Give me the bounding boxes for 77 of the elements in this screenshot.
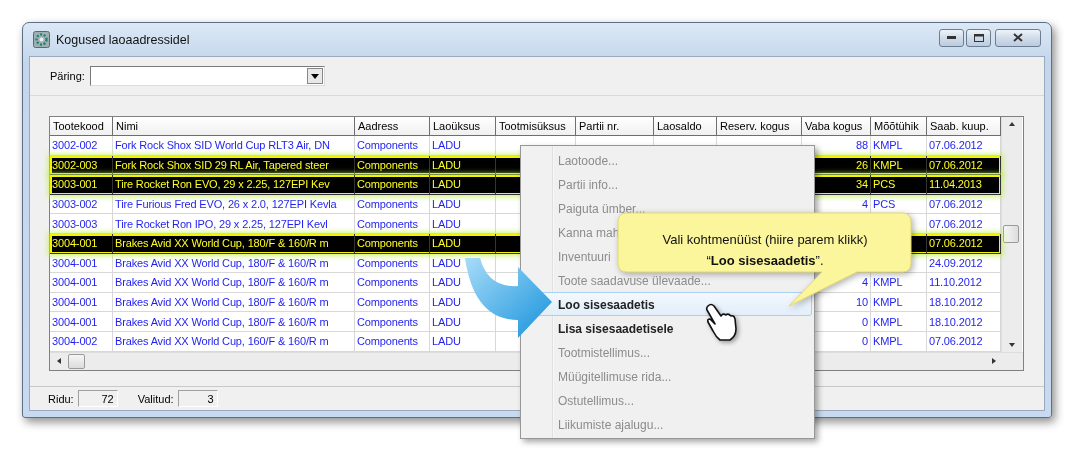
table-cell: 07.06.2012 [929,198,983,211]
table-cell: 18.10.2012 [929,315,983,328]
table-cell: 07.06.2012 [929,237,983,250]
table-cell: LADU [432,335,461,348]
table-cell: 3002-003 [52,158,98,171]
table-cell: LADU [432,158,461,171]
table-cell: 07.06.2012 [929,139,983,152]
table-cell: LADU [432,276,461,289]
table-cell: 11.04.2013 [929,178,982,191]
table-cell: Tire Rocket Ron EVO, 29 x 2.25, 127EPI Kev [115,178,330,191]
table-cell: 4 [862,276,868,289]
table-cell: KMPL [873,276,903,289]
table-cell: 10 [856,296,868,309]
table-cell: Components [357,217,418,230]
table-cell: Components [357,158,418,171]
table-cell: 3004-002 [52,335,98,348]
table-cell: Components [357,276,418,289]
table-cell: Fork Rock Shox SID World Cup RLT3 Air, DN [115,139,330,152]
table-cell: Components [357,237,418,250]
table-cell: LADU [432,315,461,328]
table-cell: 3004-001 [52,296,98,309]
table-cell: Tire Rocket Ron IPO, 29 x 2.25, 127EPI Kevl [115,217,328,230]
table-cell: Tire Furious Fred EVO, 26 x 2.0, 127EPI Kevla [115,198,337,211]
table-cell: KMPL [873,158,903,171]
table-cell: Brakes Avid XX World Cup, 180/F & 160/R m [115,296,329,309]
table-cell: LADU [432,256,461,269]
rows-label: Ridu: [48,392,74,405]
table-cell: 88 [856,139,868,152]
table-cell: Components [357,178,418,191]
table-cell: LADU [432,178,461,191]
table-cell: 3004-001 [52,276,98,289]
table-cell: KMPL [873,139,903,152]
window-title: Kogused laoaadressidel [56,32,190,47]
table-cell: 24.09.2012 [929,256,983,269]
table-cell: Components [357,256,418,269]
table-cell: Brakes Avid XX World Cup, 180/F & 160/R m [115,256,329,269]
rows-count-field: 72 [77,390,118,407]
table-cell: Brakes Avid XX World Cup, 180/F & 160/R m [115,276,329,289]
table-cell: 18.10.2012 [929,296,983,309]
table-cell: LADU [432,198,461,211]
table-cell: 3004-001 [52,256,98,269]
table-cell: Components [357,198,418,211]
table-cell: 0 [862,335,868,348]
table-cell: 3004-001 [52,237,98,250]
table-cell: 07.06.2012 [929,335,983,348]
table-cell: LADU [432,139,461,152]
table-cell: 34 [856,178,868,191]
table-cell: Components [357,335,418,348]
selected-label: Valitud: [137,392,174,405]
table-cell: LADU [432,296,461,309]
table-cell: 07.06.2012 [929,217,983,230]
table-cell: 0 [862,315,868,328]
table-cell: Brakes Avid XX World Cup, 180/F & 160/R m [115,237,329,250]
selected-count-field: 3 [177,390,218,407]
table-cell: 11.10.2012 [929,276,982,289]
table-cell: 3002-002 [52,139,98,152]
table-cell: Brakes Avid XX World Cup, 160/F & 160/R m [115,335,329,348]
table-cell: PCS [873,198,896,211]
table-cell: Components [357,296,418,309]
table-cell: 3003-002 [52,198,98,211]
table-cell: KMPL [873,315,903,328]
table-cell: Components [357,315,418,328]
table-cell: LADU [432,217,461,230]
table-cell: LADU [432,237,461,250]
table-cell: 4 [862,198,868,211]
table-cell: 3004-001 [52,315,98,328]
table-cell: Components [357,139,418,152]
table-cell: 07.06.2012 [929,158,983,171]
table-cell: KMPL [873,296,903,309]
table-cell: KMPL [873,335,903,348]
table-cell: PCS [873,178,896,191]
query-label: Päring: [50,70,85,82]
table-cell: Brakes Avid XX World Cup, 180/F & 160/R m [115,315,329,328]
table-cell: 26 [856,158,868,171]
table-cell: 3003-001 [52,178,98,191]
table-cell: 3003-003 [52,217,98,230]
table-cell: Fork Rock Shox SID 29 RL Air, Tapered steer [115,158,329,171]
